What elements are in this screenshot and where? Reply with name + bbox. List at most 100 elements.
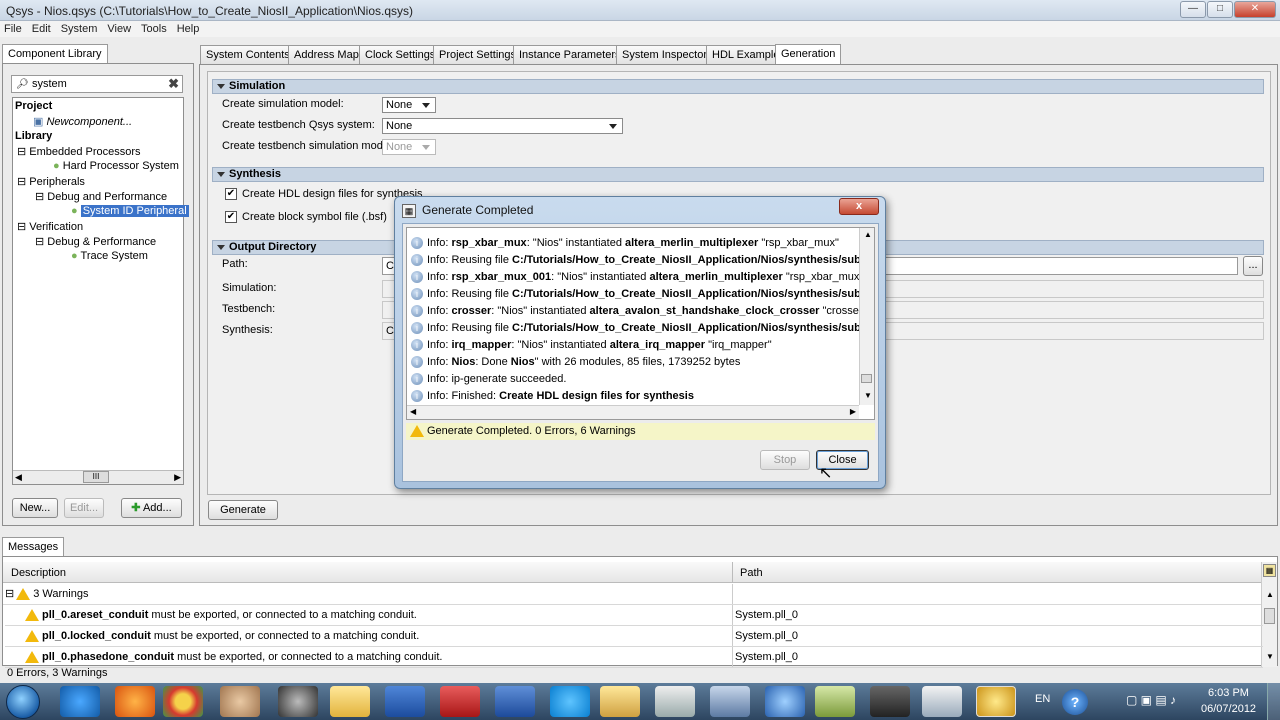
tree-embedded-processors[interactable]: ⊟ Embedded Processors <box>17 145 141 158</box>
warnings-group-row[interactable]: ⊟ 3 Warnings <box>3 584 1261 605</box>
globe-app-icon[interactable] <box>765 686 805 717</box>
component-icon: ▣ <box>33 116 44 128</box>
menu-help[interactable]: Help <box>177 23 200 35</box>
tree-hscrollbar[interactable]: ◀ III ▶ <box>13 470 183 484</box>
edit-button[interactable]: Edit... <box>64 498 104 518</box>
menu-bar: File Edit System View Tools Help <box>0 21 1280 37</box>
help-icon[interactable]: ? <box>1062 689 1088 715</box>
tree-trace-system[interactable]: ● Trace System <box>71 250 148 262</box>
tray-icons[interactable]: ▢ ▣ ▤ ♪ <box>1126 693 1176 707</box>
collapse-icon[interactable]: ⊟ <box>5 588 14 600</box>
filter-icon[interactable]: ▦ <box>1263 564 1276 577</box>
tab-clock-settings[interactable]: Clock Settings <box>359 45 442 64</box>
dialog-close-x[interactable]: x <box>839 198 879 215</box>
tree-debug-performance-2[interactable]: ⊟ Debug & Performance <box>35 235 156 248</box>
log-list: i Info: rsp_xbar_mux: "Nios" instantiated… <box>407 235 859 405</box>
collapse-icon[interactable]: ⊟ <box>17 221 26 233</box>
message-row[interactable]: pll_0.phasedone_conduit must be exported… <box>5 647 1263 668</box>
tree-hps[interactable]: ● Hard Processor System <box>53 160 179 172</box>
firefox-icon[interactable] <box>115 686 155 717</box>
calculator-icon[interactable] <box>655 686 695 717</box>
minimize-button[interactable]: — <box>1180 1 1206 18</box>
tree-debug-performance[interactable]: ⊟ Debug and Performance <box>35 190 167 203</box>
app-icon[interactable] <box>220 686 260 717</box>
col-description[interactable]: Description <box>11 567 66 579</box>
explorer-icon[interactable] <box>600 686 640 717</box>
diagram-icon[interactable] <box>922 686 962 717</box>
log-area: i Info: rsp_xbar_mux: "Nios" instantiated… <box>406 227 875 420</box>
collapse-icon[interactable]: ⊟ <box>35 236 44 248</box>
tb-system-select[interactable]: None <box>382 118 623 134</box>
info-icon: i <box>411 390 423 403</box>
log-hscrollbar[interactable]: ◀ ▶ <box>407 405 859 419</box>
tab-system-contents[interactable]: System Contents <box>200 45 296 64</box>
ie-icon[interactable] <box>60 686 100 717</box>
clock-time[interactable]: 6:03 PM <box>1208 687 1249 699</box>
folder-icon[interactable] <box>330 686 370 717</box>
sim-model-label: Create simulation model: <box>222 98 344 110</box>
collapse-icon[interactable]: ⊟ <box>17 146 26 158</box>
log-vscrollbar[interactable]: ▲ ▼ <box>859 228 874 405</box>
tab-system-inspector[interactable]: System Inspector <box>616 45 713 64</box>
media-icon[interactable] <box>278 686 318 717</box>
maximize-button[interactable]: □ <box>1207 1 1233 18</box>
stop-button[interactable]: Stop <box>760 450 810 470</box>
clock-date[interactable]: 06/07/2012 <box>1201 703 1256 715</box>
library-search-input[interactable]: 🔎︎ system ✖ <box>11 75 183 93</box>
browse-button[interactable]: ... <box>1243 256 1263 276</box>
notes-icon[interactable] <box>815 686 855 717</box>
menu-file[interactable]: File <box>4 23 22 35</box>
menu-tools[interactable]: Tools <box>141 23 167 35</box>
skype-icon[interactable] <box>550 686 590 717</box>
sim-model-select[interactable]: None <box>382 97 436 113</box>
tab-component-library[interactable]: Component Library <box>2 44 108 64</box>
add-button[interactable]: ✚ Add... <box>121 498 182 518</box>
visio-icon[interactable] <box>495 686 535 717</box>
message-row[interactable]: pll_0.areset_conduit must be exported, o… <box>5 605 1263 626</box>
bsf-checkbox[interactable]: ✔ <box>225 211 237 223</box>
pdf-icon[interactable] <box>440 686 480 717</box>
tab-instance-parameters[interactable]: Instance Parameters <box>513 45 627 64</box>
new-button[interactable]: New... <box>12 498 58 518</box>
show-desktop-button[interactable] <box>1267 683 1280 720</box>
word-icon[interactable] <box>385 686 425 717</box>
menu-edit[interactable]: Edit <box>32 23 51 35</box>
tb-sim-select[interactable]: None <box>382 139 436 155</box>
leaf-icon: ● <box>53 160 60 172</box>
tab-hdl-example[interactable]: HDL Example <box>706 45 786 64</box>
tools-icon[interactable] <box>870 686 910 717</box>
messages-panel: Description Path ▦ ▲ ▼ ⊟ 3 Warnings pll_0… <box>2 556 1278 668</box>
tree-verification[interactable]: ⊟ Verification <box>17 220 83 233</box>
qsys-icon[interactable] <box>976 686 1016 717</box>
menu-view[interactable]: View <box>107 23 131 35</box>
close-window-button[interactable]: ✕ <box>1234 1 1276 18</box>
messages-vscrollbar[interactable]: ▦ ▲ ▼ <box>1261 562 1277 667</box>
path-label: Path: <box>222 258 248 270</box>
collapse-icon[interactable]: ⊟ <box>17 176 26 188</box>
synthesis-header[interactable]: Synthesis <box>212 167 1264 182</box>
col-path[interactable]: Path <box>740 567 763 579</box>
collapse-icon[interactable]: ⊟ <box>35 191 44 203</box>
message-row[interactable]: pll_0.locked_conduit must be exported, o… <box>5 626 1263 647</box>
hdl-checkbox[interactable]: ✔ <box>225 188 237 200</box>
tree-peripherals[interactable]: ⊟ Peripherals <box>17 175 85 188</box>
simulation-header[interactable]: Simulation <box>212 79 1264 94</box>
menu-system[interactable]: System <box>61 23 98 35</box>
tree-newcomponent[interactable]: ▣ Newcomponent... <box>33 115 132 128</box>
chrome-icon[interactable] <box>163 686 203 717</box>
tree-sysid[interactable]: ● System ID Peripheral <box>71 205 189 217</box>
tree-library[interactable]: Library <box>15 130 52 142</box>
language-indicator[interactable]: EN <box>1035 693 1050 705</box>
tab-messages[interactable]: Messages <box>2 537 65 557</box>
network-icon[interactable] <box>710 686 750 717</box>
clear-search-icon[interactable]: ✖ <box>168 76 179 92</box>
generate-button[interactable]: Generate <box>208 500 278 520</box>
tab-address-map[interactable]: Address Map <box>288 45 365 64</box>
info-icon: i <box>411 271 423 284</box>
warning-icon <box>25 651 39 664</box>
start-button[interactable] <box>6 685 40 719</box>
tab-generation[interactable]: Generation <box>775 44 842 64</box>
tree-project[interactable]: Project <box>15 100 52 112</box>
tab-project-settings[interactable]: Project Settings <box>433 45 523 64</box>
log-row: i Info: irq_mapper: "Nios" instantiated a… <box>407 337 859 354</box>
